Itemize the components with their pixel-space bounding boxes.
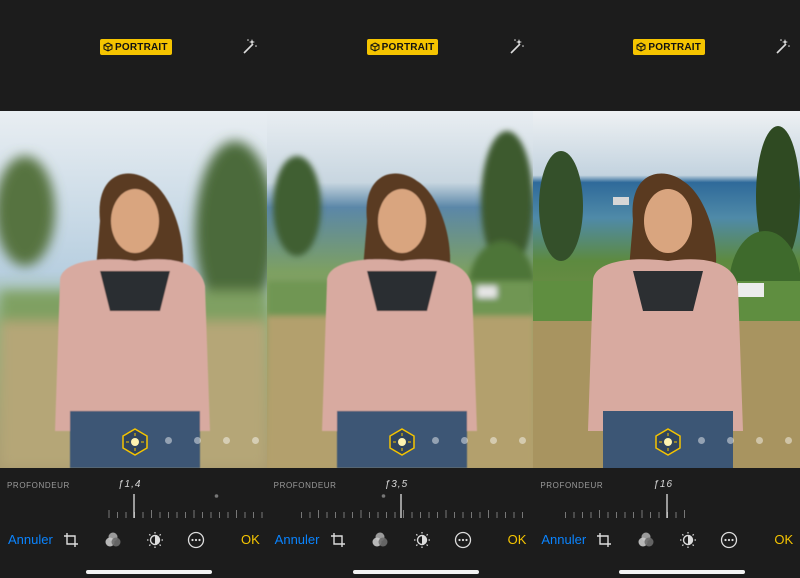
- editor-pane-f16: PORTRAIT PROFONDEUR ƒ16 Annuler OK: [533, 0, 800, 578]
- portrait-cube-icon: [103, 42, 113, 52]
- portrait-badge-label: PORTRAIT: [381, 41, 435, 53]
- lighting-option-dot[interactable]: [489, 437, 497, 444]
- more-icon[interactable]: [720, 531, 738, 549]
- aperture-value: ƒ3,5: [384, 479, 409, 490]
- more-icon[interactable]: [454, 531, 472, 549]
- crop-rotate-icon[interactable]: [62, 531, 80, 549]
- portrait-photo: [533, 111, 800, 468]
- magic-wand-icon[interactable]: [773, 38, 791, 56]
- depth-label: PROFONDEUR: [7, 481, 70, 490]
- cancel-button[interactable]: Annuler: [275, 532, 320, 547]
- lighting-options: [165, 437, 259, 444]
- depth-slider[interactable]: [533, 490, 800, 520]
- portrait-lighting-icon[interactable]: [120, 427, 150, 457]
- editor-pane-f14: PORTRAIT PROFONDEUR ƒ1,4 Annuler OK: [0, 0, 267, 578]
- filters-icon[interactable]: [637, 531, 655, 549]
- home-indicator: [619, 570, 746, 574]
- portrait-badge[interactable]: PORTRAIT: [633, 39, 706, 55]
- lighting-option-dot[interactable]: [460, 437, 468, 444]
- lighting-option-dot[interactable]: [518, 437, 526, 444]
- magic-wand-icon[interactable]: [240, 38, 258, 56]
- ok-button[interactable]: OK: [508, 532, 527, 547]
- adjust-icon[interactable]: [413, 531, 431, 549]
- lighting-option-dot[interactable]: [165, 437, 172, 444]
- aperture-value: ƒ1,4: [118, 479, 142, 490]
- lighting-option-dot[interactable]: [756, 437, 764, 444]
- portrait-cube-icon: [636, 42, 646, 52]
- more-icon[interactable]: [187, 531, 205, 549]
- portrait-cube-icon: [370, 42, 380, 52]
- portrait-badge-label: PORTRAIT: [115, 41, 168, 53]
- portrait-photo: [0, 111, 267, 468]
- depth-slider[interactable]: [267, 490, 534, 520]
- crop-rotate-icon[interactable]: [595, 531, 613, 549]
- crop-rotate-icon[interactable]: [329, 531, 347, 549]
- portrait-badge[interactable]: PORTRAIT: [366, 39, 439, 55]
- portrait-lighting-icon[interactable]: [653, 427, 683, 457]
- photo-scene: [533, 111, 800, 468]
- depth-slider[interactable]: [0, 490, 267, 520]
- lighting-option-dot[interactable]: [431, 437, 439, 444]
- filters-icon[interactable]: [104, 531, 122, 549]
- adjust-icon[interactable]: [146, 531, 164, 549]
- photo-scene: [266, 111, 534, 468]
- lighting-option-dot[interactable]: [727, 437, 735, 444]
- portrait-photo: [266, 111, 534, 468]
- photo-scene: [0, 111, 267, 468]
- portrait-badge-label: PORTRAIT: [648, 41, 702, 53]
- lighting-options: [431, 437, 526, 444]
- default-depth-dot: [214, 494, 219, 498]
- lighting-option-dot[interactable]: [252, 437, 259, 444]
- portrait-badge[interactable]: PORTRAIT: [100, 39, 172, 55]
- lighting-option-dot[interactable]: [194, 437, 201, 444]
- filters-icon[interactable]: [371, 531, 389, 549]
- cancel-button[interactable]: Annuler: [8, 532, 53, 547]
- default-depth-dot: [381, 494, 385, 498]
- home-indicator: [86, 570, 212, 574]
- portrait-lighting-icon[interactable]: [387, 427, 417, 457]
- lighting-option-dot[interactable]: [223, 437, 230, 444]
- lighting-options: [698, 437, 793, 444]
- adjust-icon[interactable]: [679, 531, 697, 549]
- comparison-panes: PORTRAIT PROFONDEUR ƒ1,4 Annuler OK PORT…: [0, 0, 800, 578]
- lighting-option-dot[interactable]: [698, 437, 706, 444]
- lighting-option-dot[interactable]: [785, 437, 793, 444]
- ok-button[interactable]: OK: [241, 532, 260, 547]
- editor-pane-f35: PORTRAIT PROFONDEUR ƒ3,5 Annuler OK: [266, 0, 534, 578]
- aperture-value: ƒ16: [653, 479, 674, 490]
- magic-wand-icon[interactable]: [507, 38, 525, 56]
- cancel-button[interactable]: Annuler: [541, 532, 586, 547]
- depth-label: PROFONDEUR: [273, 481, 337, 490]
- depth-label: PROFONDEUR: [540, 481, 604, 490]
- home-indicator: [352, 570, 479, 574]
- ok-button[interactable]: OK: [774, 532, 793, 547]
